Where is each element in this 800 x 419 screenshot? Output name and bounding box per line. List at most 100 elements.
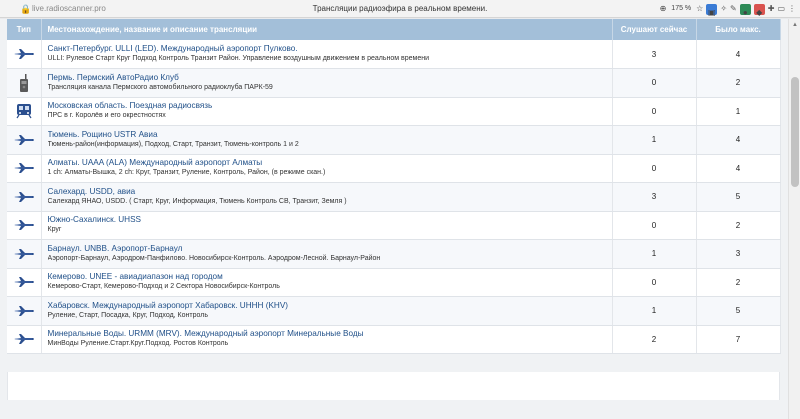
- scrollbar[interactable]: ▲: [788, 19, 800, 419]
- listening-count: 1: [612, 296, 697, 326]
- listening-count: 3: [612, 182, 697, 212]
- listening-count: 0: [612, 268, 697, 297]
- location-cell: Санкт-Петербург. ULLI (LED). Международн…: [41, 40, 613, 69]
- type-cell: [7, 68, 42, 98]
- zoom-icon[interactable]: ⊕: [660, 0, 667, 18]
- broadcast-link[interactable]: Южно-Сахалинск. UHSS: [48, 215, 612, 225]
- broadcast-description: Аэропорт-Барнаул, Аэродром-Панфилово. Но…: [47, 254, 381, 262]
- brush-icon[interactable]: ✎: [730, 0, 737, 18]
- listening-count: 0: [612, 154, 697, 183]
- train-icon: [7, 103, 41, 119]
- max-count: 4: [696, 154, 781, 183]
- type-cell: [7, 268, 42, 297]
- broadcast-table-wrapper: Тип Местонахождение, название и описание…: [7, 19, 781, 354]
- listening-count: 0: [612, 68, 697, 98]
- extension-icon[interactable]: ▣: [706, 3, 718, 17]
- extension-icon[interactable]: ✧: [720, 0, 727, 18]
- broadcast-table: Тип Местонахождение, название и описание…: [7, 19, 781, 354]
- header-type: Тип: [7, 19, 42, 40]
- aircraft-icon: [7, 191, 41, 203]
- max-count: 2: [696, 211, 781, 240]
- location-cell: Барнаул. UNBB. Аэропорт-Барнаул Аэропорт-…: [41, 239, 613, 269]
- location-cell: Московская область. Поездная радиосвязь П…: [41, 97, 613, 126]
- table-row[interactable]: Салехард. USDD, авиа Салехард ЯНАО, USDD.…: [7, 182, 781, 212]
- max-count: 5: [696, 182, 781, 212]
- broadcast-description: Трансляция канала Пермского автомобильно…: [47, 83, 273, 91]
- listening-count: 0: [612, 211, 697, 240]
- table-row[interactable]: Алматы. UAAA (ALA) Международный аэропор…: [7, 154, 781, 183]
- location-cell: Южно-Сахалинск. UHSS Круг: [41, 211, 613, 240]
- table-row[interactable]: Московская область. Поездная радиосвязь П…: [7, 97, 781, 126]
- type-cell: [7, 211, 42, 240]
- extension-icon[interactable]: ●: [739, 3, 751, 17]
- type-cell: [7, 97, 42, 126]
- table-footer-space: [7, 372, 780, 400]
- aircraft-icon: [7, 276, 41, 288]
- broadcast-link[interactable]: Минеральные Воды. URMM (MRV). Международ…: [48, 329, 612, 339]
- table-row[interactable]: Барнаул. UNBB. Аэропорт-Барнаул Аэропорт-…: [7, 239, 781, 269]
- location-cell: Тюмень. Рощино USTR Авиа Тюмень-район(инф…: [41, 125, 613, 155]
- table-row[interactable]: Южно-Сахалинск. UHSS Круг 0 2: [7, 211, 781, 240]
- type-cell: [7, 325, 42, 354]
- location-cell: Кемерово. UNEE - авиадиапазон над городо…: [41, 268, 613, 297]
- star-icon[interactable]: ☆: [696, 0, 703, 18]
- table-header-row: Тип Местонахождение, название и описание…: [7, 19, 781, 40]
- broadcast-link[interactable]: Барнаул. UNBB. Аэропорт-Барнаул: [48, 244, 612, 254]
- page-title: Трансляции радиоэфира в реальном времени…: [312, 4, 488, 13]
- table-row[interactable]: Кемерово. UNEE - авиадиапазон над городо…: [7, 268, 781, 297]
- broadcast-description: 1 ch: Алматы-Вышка, 2 ch: Круг, Транзит,…: [47, 169, 326, 177]
- table-row[interactable]: Тюмень. Рощино USTR Авиа Тюмень-район(инф…: [7, 125, 781, 155]
- scroll-up-icon[interactable]: ▲: [791, 21, 799, 29]
- broadcast-link[interactable]: Хабаровск. Международный аэропорт Хабаро…: [48, 301, 612, 311]
- aircraft-icon: [7, 134, 41, 146]
- address-bar[interactable]: live.radioscanner.pro: [32, 0, 106, 18]
- header-location: Местонахождение, название и описание тра…: [41, 19, 613, 40]
- location-cell: Салехард. USDD, авиа Салехард ЯНАО, USDD.…: [41, 182, 613, 212]
- broadcast-link[interactable]: Московская область. Поездная радиосвязь: [48, 101, 612, 111]
- zoom-level[interactable]: 175 %: [669, 0, 693, 18]
- sidebar-icon[interactable]: ▭: [777, 0, 785, 18]
- listening-count: 1: [612, 125, 697, 155]
- scrollbar-thumb[interactable]: [791, 77, 799, 187]
- max-count: 4: [696, 125, 781, 155]
- max-count: 2: [696, 68, 781, 98]
- listening-count: 1: [612, 239, 697, 269]
- lock-icon: 🔒: [20, 4, 32, 14]
- table-row[interactable]: Пермь. Пермский АвтоРадио Клуб Трансляция…: [7, 68, 781, 98]
- extension-icon[interactable]: ◆: [753, 3, 765, 17]
- broadcast-description: ПРС в г. Королёв и его окрестностях: [47, 112, 166, 120]
- broadcast-description: Тюмень-район(информация), Подход, Старт,…: [47, 140, 299, 148]
- aircraft-icon: [7, 219, 41, 231]
- listening-count: 2: [612, 325, 697, 354]
- max-count: 3: [696, 239, 781, 269]
- broadcast-link[interactable]: Санкт-Петербург. ULLI (LED). Международн…: [48, 44, 612, 54]
- broadcast-link[interactable]: Кемерово. UNEE - авиадиапазон над городо…: [48, 272, 612, 282]
- max-count: 4: [696, 40, 781, 69]
- max-count: 7: [696, 325, 781, 354]
- menu-icon[interactable]: ⋮: [788, 0, 796, 18]
- location-cell: Минеральные Воды. URMM (MRV). Международ…: [41, 325, 613, 354]
- listening-count: 3: [612, 40, 697, 69]
- type-cell: [7, 239, 42, 269]
- location-cell: Пермь. Пермский АвтоРадио Клуб Трансляция…: [41, 68, 613, 98]
- toolbar-right: ⊕ 175 % ☆ ▣ ✧ ✎ ● ◆ ✚ ▭ ⋮: [660, 0, 796, 18]
- type-cell: [7, 40, 42, 69]
- broadcast-description: МинВоды Руление.Старт.Круг.Подход. Росто…: [47, 340, 229, 348]
- aircraft-icon: [7, 305, 41, 317]
- listening-count: 0: [612, 97, 697, 126]
- aircraft-icon: [7, 48, 41, 60]
- broadcast-link[interactable]: Пермь. Пермский АвтоРадио Клуб: [48, 73, 612, 83]
- table-row[interactable]: Хабаровск. Международный аэропорт Хабаро…: [7, 296, 781, 326]
- broadcast-description: Руление, Старт, Посадка, Круг, Подход, К…: [47, 311, 208, 319]
- table-row[interactable]: Санкт-Петербург. ULLI (LED). Международн…: [7, 40, 781, 69]
- puzzle-icon[interactable]: ✚: [768, 0, 775, 18]
- broadcast-link[interactable]: Тюмень. Рощино USTR Авиа: [48, 130, 612, 140]
- broadcast-link[interactable]: Салехард. USDD, авиа: [48, 187, 612, 197]
- broadcast-link[interactable]: Алматы. UAAA (ALA) Международный аэропор…: [48, 158, 612, 168]
- max-count: 2: [696, 268, 781, 297]
- max-count: 1: [696, 97, 781, 126]
- header-max: Было макс.: [696, 19, 781, 40]
- broadcast-description: Круг: [47, 226, 62, 234]
- table-row[interactable]: Минеральные Воды. URMM (MRV). Международ…: [7, 325, 781, 354]
- broadcast-description: Салехард ЯНАО, USDD. ( Старт, Круг, Инфо…: [47, 197, 347, 205]
